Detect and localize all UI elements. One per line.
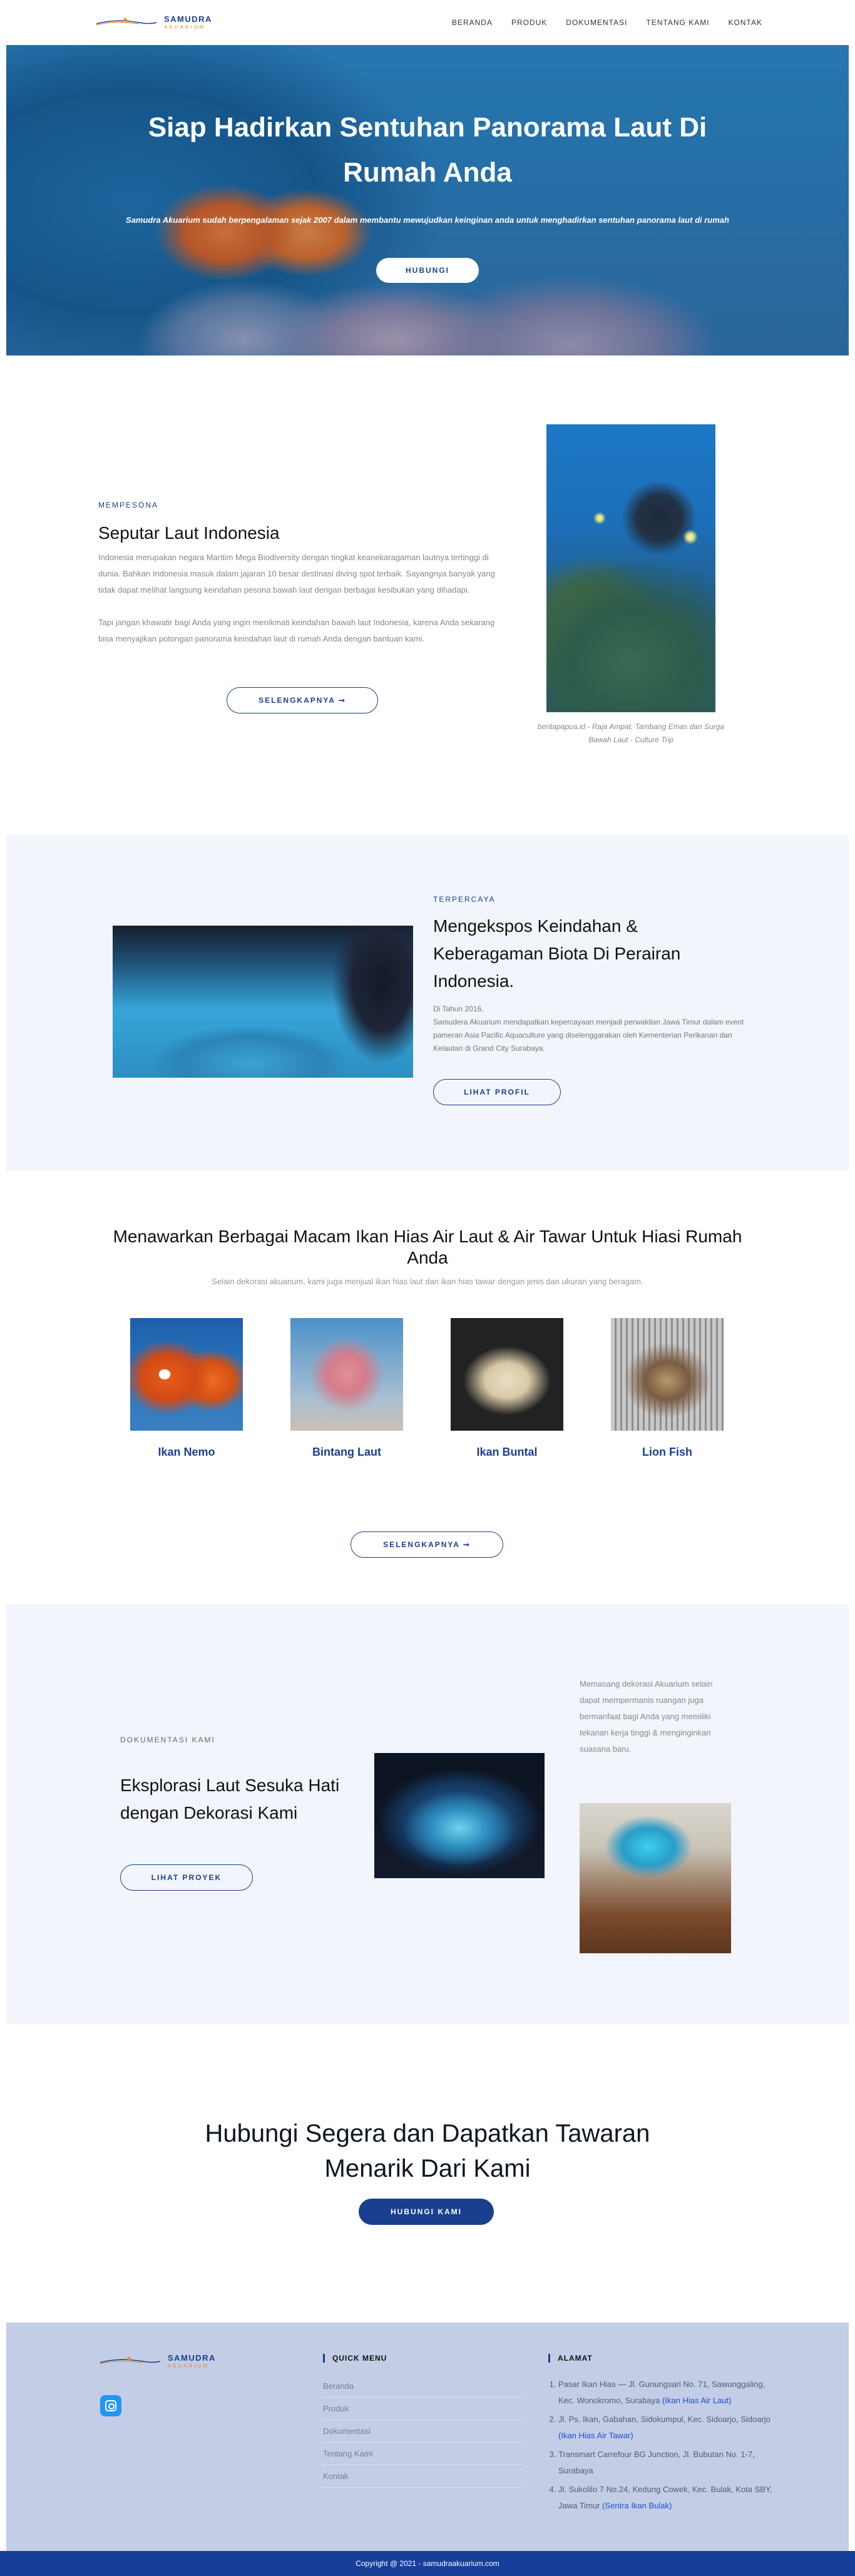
instagram-icon[interactable] bbox=[100, 2395, 121, 2416]
product-card-ikan-buntal[interactable]: Ikan Buntal bbox=[451, 1318, 563, 1459]
trust-kicker: TERPERCAYA bbox=[433, 895, 496, 904]
product-card-lion-fish[interactable]: Lion Fish bbox=[611, 1318, 724, 1459]
product-name[interactable]: Bintang Laut bbox=[290, 1446, 403, 1459]
nav-tentang-kami[interactable]: TENTANG KAMI bbox=[646, 18, 709, 27]
laut-kicker: MEMPESONA bbox=[98, 501, 159, 509]
address-text: Jl. Ps. Ikan, Gabahan, Sidokumpul, Kec. … bbox=[558, 2415, 771, 2424]
hero-subtitle: Samudra Akuarium sudah berpengalaman sej… bbox=[126, 215, 729, 225]
main-nav: BERANDA PRODUK DOKUMENTASI TENTANG KAMI … bbox=[452, 18, 762, 27]
logo-wave-icon bbox=[100, 2357, 161, 2364]
diver-photo bbox=[546, 424, 715, 712]
trust-line-1: Di Tahun 2016, bbox=[433, 1004, 484, 1013]
product-image bbox=[290, 1318, 403, 1431]
quick-link-dokumentasi[interactable]: Dokumentasi bbox=[323, 2420, 523, 2443]
cta-title: Hubungi Segera dan Dapatkan Tawaran Mena… bbox=[205, 2120, 650, 2182]
hero-contact-button[interactable]: HUBUNGI bbox=[376, 258, 479, 283]
copyright-bar: Copyright @ 2021 - samudraakuarium.com bbox=[0, 2551, 855, 2576]
address-link[interactable]: (Ikan Hias Air Tawar) bbox=[558, 2431, 633, 2440]
laut-title: Seputar Laut Indonesia bbox=[98, 523, 280, 543]
quick-menu: QUICK MENU Beranda Produk Dokumentasi Te… bbox=[323, 2354, 523, 2488]
section-terpercaya: TERPERCAYA Mengekspos Keindahan & Kebera… bbox=[6, 835, 849, 1171]
hero-banner: Siap Hadirkan Sentuhan Panorama Laut Di … bbox=[6, 45, 849, 355]
profile-button[interactable]: LIHAT PROFIL bbox=[433, 1079, 561, 1105]
trust-line-2: Samudera Akuarium mendapatkan kepercayaa… bbox=[433, 1018, 744, 1053]
exhibition-photo bbox=[113, 926, 413, 1078]
footer-brand-name: SAMUDRA bbox=[168, 2353, 216, 2363]
logo-wave-icon bbox=[96, 18, 157, 26]
nav-beranda[interactable]: BERANDA bbox=[452, 18, 493, 27]
quick-link-beranda[interactable]: Beranda bbox=[323, 2375, 523, 2398]
address-list: ALAMAT Pasar Ikan Hias — Jl. Gunungsari … bbox=[548, 2354, 774, 2517]
aquarium-project-photo bbox=[374, 1753, 545, 1878]
nav-dokumentasi[interactable]: DOKUMENTASI bbox=[566, 18, 627, 27]
laut-more-button[interactable]: SELENGKAPNYA ➞ bbox=[227, 687, 378, 713]
address-title: ALAMAT bbox=[548, 2354, 774, 2363]
hero-title: Siap Hadirkan Sentuhan Panorama Laut Di … bbox=[148, 112, 707, 188]
section-produk: Menawarkan Berbagai Macam Ikan Hias Air … bbox=[0, 1171, 855, 1604]
laut-paragraph-1: Indonesia merupakan negara Maritim Mega … bbox=[98, 553, 495, 595]
doc-side-text: Memasang dekorasi Akuarium selain dapat … bbox=[580, 1679, 713, 1754]
product-name[interactable]: Ikan Buntal bbox=[451, 1446, 563, 1459]
section-cta: Hubungi Segera dan Dapatkan Tawaran Mena… bbox=[0, 2023, 855, 2323]
quick-link-tentang-kami[interactable]: Tentang Kami bbox=[323, 2443, 523, 2465]
product-name[interactable]: Lion Fish bbox=[611, 1446, 724, 1459]
address-text: Transmart Carrefour BG Junction, Jl. Bub… bbox=[558, 2450, 755, 2475]
product-card-bintang-laut[interactable]: Bintang Laut bbox=[290, 1318, 403, 1459]
produk-more-button[interactable]: SELENGKAPNYA ➞ bbox=[351, 1531, 503, 1558]
footer-brand-subname: AKUARIUM bbox=[168, 2363, 210, 2369]
site-header: SAMUDRA AKUARIUM BERANDA PRODUK DOKUMENT… bbox=[0, 0, 855, 45]
cta-contact-button[interactable]: HUBUNGI KAMI bbox=[359, 2199, 494, 2225]
produk-title: Menawarkan Berbagai Macam Ikan Hias Air … bbox=[113, 1227, 742, 1267]
trust-title: Mengekspos Keindahan & Keberagaman Biota… bbox=[433, 916, 681, 991]
footer-logo[interactable]: SAMUDRA AKUARIUM bbox=[99, 2354, 216, 2369]
copyright-text: Copyright @ 2021 - samudraakuarium.com bbox=[356, 2559, 499, 2568]
produk-subtitle: Selain dekorasi akuarium, kami juga menj… bbox=[212, 1277, 643, 1286]
address-item: Transmart Carrefour BG Junction, Jl. Bub… bbox=[558, 2446, 774, 2479]
product-name[interactable]: Ikan Nemo bbox=[130, 1446, 243, 1459]
doc-title: Eksplorasi Laut Sesuka Hati dengan Dekor… bbox=[120, 1776, 340, 1822]
address-item: Pasar Ikan Hias — Jl. Gunungsari No. 71,… bbox=[558, 2376, 774, 2409]
address-link[interactable]: (Sentra Ikan Bulak) bbox=[602, 2501, 672, 2510]
doc-kicker: DOKUMENTASI KAMI bbox=[120, 1735, 215, 1744]
aquarium-cabinet-photo bbox=[580, 1803, 731, 1953]
quick-link-kontak[interactable]: Kontak bbox=[323, 2465, 523, 2488]
brand-name: SAMUDRA bbox=[164, 14, 212, 24]
address-item: Jl. Ps. Ikan, Gabahan, Sidokumpul, Kec. … bbox=[558, 2411, 774, 2444]
nav-produk[interactable]: PRODUK bbox=[511, 18, 547, 27]
section-dokumentasi: DOKUMENTASI KAMI Eksplorasi Laut Sesuka … bbox=[6, 1604, 849, 2023]
section-laut-indonesia: MEMPESONA Seputar Laut Indonesia Indones… bbox=[0, 355, 855, 835]
quick-menu-title: QUICK MENU bbox=[323, 2354, 523, 2363]
brand-subname: AKUARIUM bbox=[164, 24, 206, 30]
address-link[interactable]: (Ikan Hias Air Laut) bbox=[662, 2396, 732, 2405]
quick-link-produk[interactable]: Produk bbox=[323, 2398, 523, 2420]
site-footer: SAMUDRA AKUARIUM QUICK MENU Beranda Prod… bbox=[6, 2323, 849, 2551]
product-image bbox=[451, 1318, 563, 1431]
project-button[interactable]: LIHAT PROYEK bbox=[120, 1864, 253, 1891]
laut-paragraph-2: Tapi jangan khawatir bagi Anda yang ingi… bbox=[98, 618, 495, 643]
product-image bbox=[130, 1318, 243, 1431]
address-item: Jl. Sukolilo 7 No.24, Kedung Cowek, Kec.… bbox=[558, 2481, 774, 2514]
product-image bbox=[611, 1318, 724, 1431]
product-card-nemo[interactable]: Ikan Nemo bbox=[130, 1318, 243, 1459]
nav-kontak[interactable]: KONTAK bbox=[729, 18, 762, 27]
diver-caption: beritapapua.id - Raja Ampat, Tambang Ema… bbox=[538, 722, 724, 744]
brand-logo[interactable]: SAMUDRA AKUARIUM bbox=[95, 15, 212, 30]
